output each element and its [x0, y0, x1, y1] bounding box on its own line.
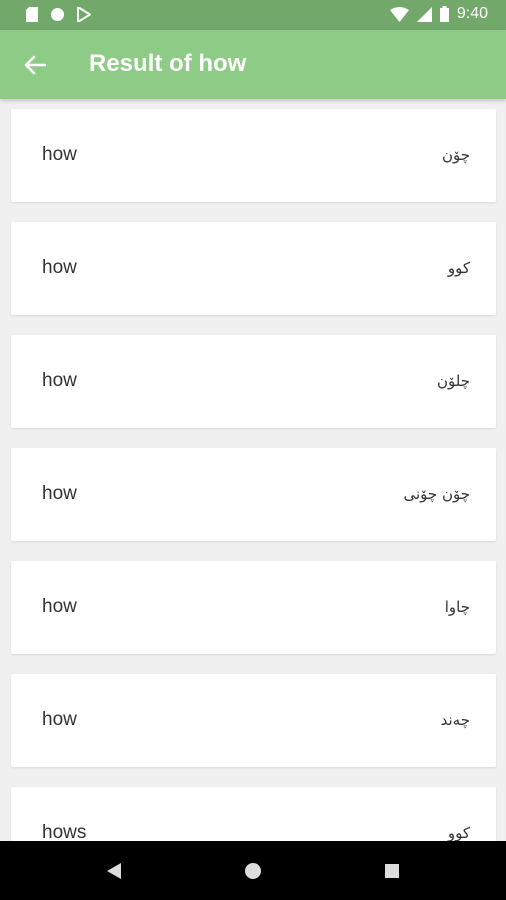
nav-home-button[interactable] [238, 856, 268, 886]
result-translation: کوو [447, 824, 470, 841]
result-card[interactable]: how چۆن [11, 109, 496, 202]
result-translation: چلۆن [436, 372, 470, 390]
circle-icon [51, 8, 64, 21]
results-list[interactable]: how چۆن how کوو how چلۆن how چۆن چۆنی ho… [0, 99, 506, 841]
status-time: 9:40 [456, 5, 488, 22]
result-translation: کوو [447, 259, 470, 277]
sd-card-icon [26, 7, 38, 22]
nav-recents-button[interactable] [377, 856, 407, 886]
result-card[interactable]: how چۆن چۆنی [11, 448, 496, 541]
result-card[interactable]: how چەند [11, 674, 496, 767]
status-bar: 9:40 [0, 0, 506, 30]
home-circle-icon [245, 863, 261, 879]
result-card[interactable]: how چلۆن [11, 335, 496, 428]
result-word: how [42, 483, 77, 504]
recents-square-icon [385, 864, 399, 878]
result-translation: چاوا [444, 598, 470, 616]
signal-icon [416, 6, 432, 22]
back-button[interactable] [18, 48, 52, 82]
status-right-icons: 9:40 [389, 5, 488, 23]
play-store-icon [77, 7, 91, 22]
result-translation: چۆن چۆنی [403, 485, 470, 503]
result-word: hows [42, 822, 87, 841]
result-word: how [42, 370, 77, 391]
status-left-icons [26, 7, 91, 22]
battery-icon [439, 6, 449, 22]
wifi-icon [389, 6, 409, 22]
result-translation: چەند [440, 711, 470, 729]
result-card[interactable]: how کوو [11, 222, 496, 315]
result-word: how [42, 257, 77, 278]
result-word: how [42, 596, 77, 617]
result-word: how [42, 709, 77, 730]
result-translation: چۆن [441, 146, 470, 164]
app-bar: Result of how [0, 30, 506, 99]
result-card[interactable]: hows کوو [11, 787, 496, 841]
back-triangle-icon [107, 863, 121, 879]
page-title: Result of how [89, 50, 247, 77]
nav-back-button[interactable] [99, 856, 129, 886]
result-card[interactable]: how چاوا [11, 561, 496, 654]
result-word: how [42, 144, 77, 165]
navigation-bar [0, 841, 506, 900]
arrow-left-icon [24, 55, 46, 75]
